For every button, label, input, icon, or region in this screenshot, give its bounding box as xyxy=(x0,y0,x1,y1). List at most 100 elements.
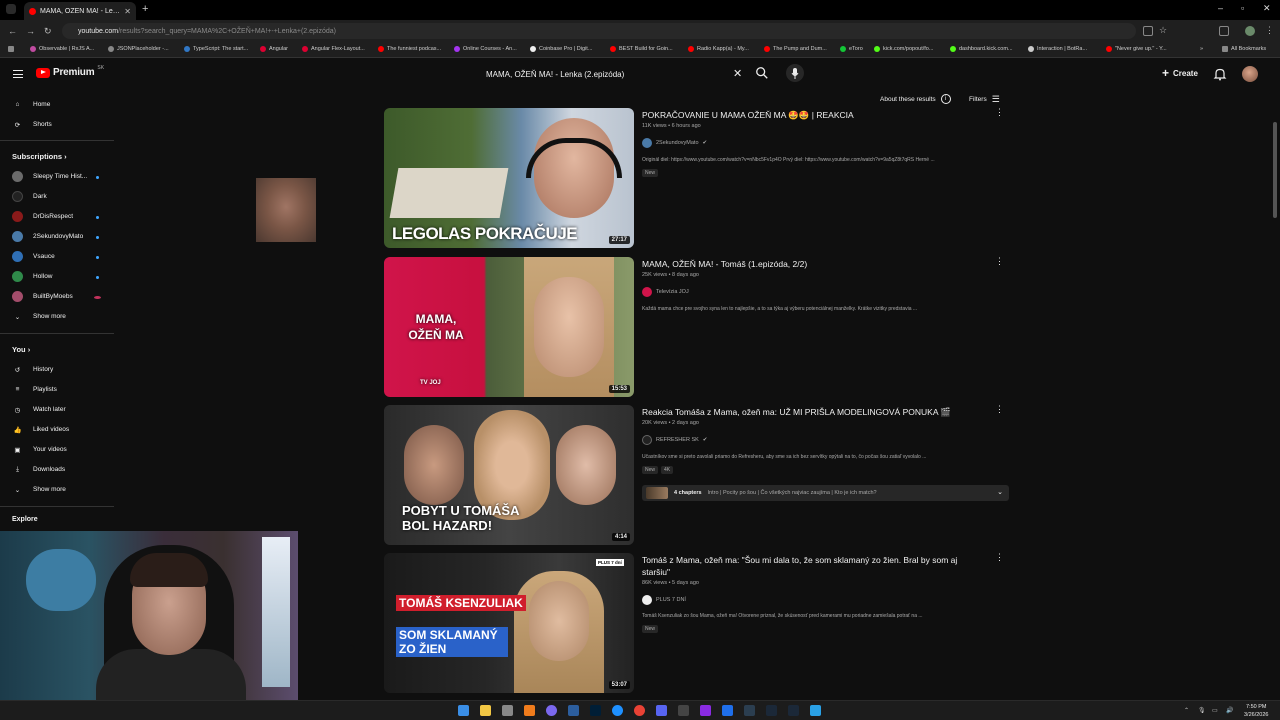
sidebar-item-history[interactable]: ↺ History xyxy=(12,364,53,375)
taskbar-app-icon[interactable] xyxy=(810,705,821,716)
chapters-bar[interactable]: 4 chapters Intro | Pocity po šou | Čo vš… xyxy=(642,485,1009,501)
sidebar-sub-item[interactable]: DrDisRespect xyxy=(12,211,73,222)
video-result[interactable]: LEGOLAS POKRAČUJE 27:17 POKRAČOVANIE U M… xyxy=(384,108,1014,248)
video-title[interactable]: MAMA, OŽEŇ MA! - Tomáš (1.epizóda, 2/2) xyxy=(642,259,982,271)
more-actions-icon[interactable]: ⋮ xyxy=(995,257,1004,271)
steam-icon-2[interactable] xyxy=(788,705,799,716)
profile-icon[interactable] xyxy=(1245,26,1255,36)
bookmark-item[interactable]: Interaction | BotRa... xyxy=(1028,46,1087,52)
forward-icon[interactable]: → xyxy=(26,26,35,36)
bookmark-item[interactable]: Radio Kapp(a) - My... xyxy=(688,46,749,52)
bookmark-item[interactable]: JSONPlaceholder -... xyxy=(108,46,169,52)
url-field[interactable]: youtube.com/results?search_query=MAMA%2C… xyxy=(62,23,1136,39)
system-clock[interactable]: 7:50 PM 3/26/2026 xyxy=(1244,703,1268,719)
new-tab-button[interactable]: + xyxy=(142,3,148,15)
video-title[interactable]: Reakcia Tomáša z Mama, ožeň ma: UŽ MI PR… xyxy=(642,407,982,419)
bookmark-item[interactable]: BEST Build for Goin... xyxy=(610,46,673,52)
sidebar-show-more[interactable]: ⌄ Show more xyxy=(12,311,66,322)
bookmark-item[interactable]: The Pump and Dum... xyxy=(764,46,827,52)
discord-icon[interactable] xyxy=(656,705,667,716)
video-result[interactable]: MAMA, OŽEŇ MA TV JOJ 15:53 MAMA, OŽEŇ MA… xyxy=(384,257,1014,397)
sidebar-item-your-videos[interactable]: ▣ Your videos xyxy=(12,444,66,455)
sidebar-sub-item[interactable]: Sleepy Time Hist... xyxy=(12,171,87,182)
channel-link[interactable]: Televízia JOJ xyxy=(642,287,689,297)
sidebar-show-more-you[interactable]: ⌄ Show more xyxy=(12,484,66,495)
star-icon[interactable]: ☆ xyxy=(1159,25,1167,36)
guide-menu-icon[interactable] xyxy=(13,70,23,78)
sidebar-item-playlists[interactable]: ≡ Playlists xyxy=(12,384,57,395)
chevron-down-icon[interactable]: ⌄ xyxy=(997,488,1003,496)
video-title[interactable]: POKRAČOVANIE U MAMA OŽEŇ MA 🤩🤩 | REAKCIA xyxy=(642,110,982,122)
bookmark-item[interactable]: TypeScript: The start... xyxy=(184,46,248,52)
sidebar-subscriptions-heading[interactable]: Subscriptions › xyxy=(12,152,67,161)
video-thumbnail[interactable]: MAMA, OŽEŇ MA TV JOJ 15:53 xyxy=(384,257,634,397)
notifications-bell-icon[interactable] xyxy=(1213,67,1227,81)
clear-search-icon[interactable]: ✕ xyxy=(733,67,742,80)
sidebar-item-watch-later[interactable]: ◷ Watch later xyxy=(12,404,66,415)
bookmark-item[interactable]: Coinbase Pro | Digit... xyxy=(530,46,592,52)
taskbar-app-icon[interactable] xyxy=(524,705,535,716)
start-icon[interactable] xyxy=(458,705,469,716)
sidebar-sub-item[interactable]: BuiltByMoebs xyxy=(12,291,73,302)
taskbar-app-icon[interactable] xyxy=(700,705,711,716)
bookmarks-overflow-icon[interactable]: » xyxy=(1200,46,1203,52)
youtube-logo[interactable]: Premium SK xyxy=(36,65,104,78)
channel-link[interactable]: 2SekundovyMato ✔ xyxy=(642,138,707,148)
volume-icon[interactable]: 🔊 xyxy=(1226,707,1233,714)
tab-active[interactable]: MAMA, OŽEŇ MA! - Lenka (2.e... ✕ xyxy=(24,2,136,20)
sidebar-sub-item[interactable]: Hollow xyxy=(12,271,53,282)
sidebar-item-liked-videos[interactable]: 👍 Liked videos xyxy=(12,424,69,435)
steam-icon[interactable] xyxy=(766,705,777,716)
bookmark-item[interactable]: Observable | RxJS A... xyxy=(30,46,94,52)
voice-search-button[interactable] xyxy=(786,64,804,82)
tab-close-icon[interactable]: ✕ xyxy=(124,7,131,16)
filters-button[interactable]: Filters ☰ xyxy=(969,94,1000,105)
bookmark-item[interactable]: Angular xyxy=(260,46,288,52)
minimize-icon[interactable]: – xyxy=(1218,3,1223,13)
bookmark-item[interactable]: The funniest podcas... xyxy=(378,46,441,52)
bookmark-item[interactable]: eToro xyxy=(840,46,863,52)
tab-search-icon[interactable] xyxy=(6,4,16,14)
more-actions-icon[interactable]: ⋮ xyxy=(995,553,1004,567)
account-avatar[interactable] xyxy=(1242,66,1258,82)
video-thumbnail[interactable]: TOMÁŠ KSENZULIAK SOM SKLAMANÝ ZO ŽIEN PL… xyxy=(384,553,634,693)
taskbar-app-icon[interactable] xyxy=(678,705,689,716)
apps-icon[interactable] xyxy=(8,46,14,52)
bookmark-item[interactable]: Online Courses - An... xyxy=(454,46,517,52)
all-bookmarks[interactable]: All Bookmarks xyxy=(1222,46,1266,52)
bookmark-item[interactable]: Angular Flex-Layout... xyxy=(302,46,365,52)
extensions-icon[interactable] xyxy=(1219,26,1229,36)
channel-link[interactable]: PLUS 7 DNÍ xyxy=(642,595,686,605)
maximize-icon[interactable]: ▫ xyxy=(1241,3,1244,13)
search-input[interactable]: MAMA, OŽEŇ MA! - Lenka (2.epizóda) ✕ xyxy=(477,64,775,84)
video-title[interactable]: Tomáš z Mama, ožeň ma: "Šou mi dala to, … xyxy=(642,555,982,578)
video-thumbnail[interactable]: LEGOLAS POKRAČUJE 27:17 xyxy=(384,108,634,248)
cast-icon[interactable] xyxy=(1143,26,1153,36)
sidebar-item-shorts[interactable]: ⟳ Shorts xyxy=(12,119,52,130)
sidebar-item-home[interactable]: ⌂ Home xyxy=(12,99,51,110)
sidebar-item-downloads[interactable]: ⤓ Downloads xyxy=(12,464,65,475)
more-actions-icon[interactable]: ⋮ xyxy=(995,405,1004,419)
network-icon[interactable]: ▭ xyxy=(1212,707,1218,714)
video-result[interactable]: POBYT U TOMÁŠA BOL HAZARD! 4:14 Reakcia … xyxy=(384,405,1014,545)
bookmark-item[interactable]: dashboard.kick.com... xyxy=(950,46,1013,52)
video-result[interactable]: TOMÁŠ KSENZULIAK SOM SKLAMANÝ ZO ŽIEN PL… xyxy=(384,553,1014,693)
about-results-link[interactable]: About these results i xyxy=(880,94,951,104)
taskbar-app-icon[interactable] xyxy=(722,705,733,716)
sidebar-you-heading[interactable]: You › xyxy=(12,345,30,354)
create-button[interactable]: + Create xyxy=(1162,66,1198,80)
bookmark-item[interactable]: kick.com/popout/fo... xyxy=(874,46,933,52)
menu-dots-icon[interactable]: ⋮ xyxy=(1265,25,1274,36)
taskbar-app-icon[interactable] xyxy=(612,705,623,716)
close-window-icon[interactable]: ✕ xyxy=(1263,3,1271,14)
mic-tray-icon[interactable]: 🎙 xyxy=(1198,707,1206,714)
sidebar-sub-item[interactable]: Vsauce xyxy=(12,251,55,262)
photoshop-icon[interactable] xyxy=(590,705,601,716)
tray-overflow-icon[interactable]: ⌃ xyxy=(1184,707,1189,714)
channel-link[interactable]: REFRESHER SK ✔ xyxy=(642,435,707,445)
page-scrollbar[interactable] xyxy=(1273,122,1277,218)
reload-icon[interactable]: ↻ xyxy=(44,26,52,37)
search-icon[interactable] xyxy=(755,66,769,80)
taskbar-app-icon[interactable] xyxy=(502,705,513,716)
chrome-icon[interactable] xyxy=(634,705,645,716)
